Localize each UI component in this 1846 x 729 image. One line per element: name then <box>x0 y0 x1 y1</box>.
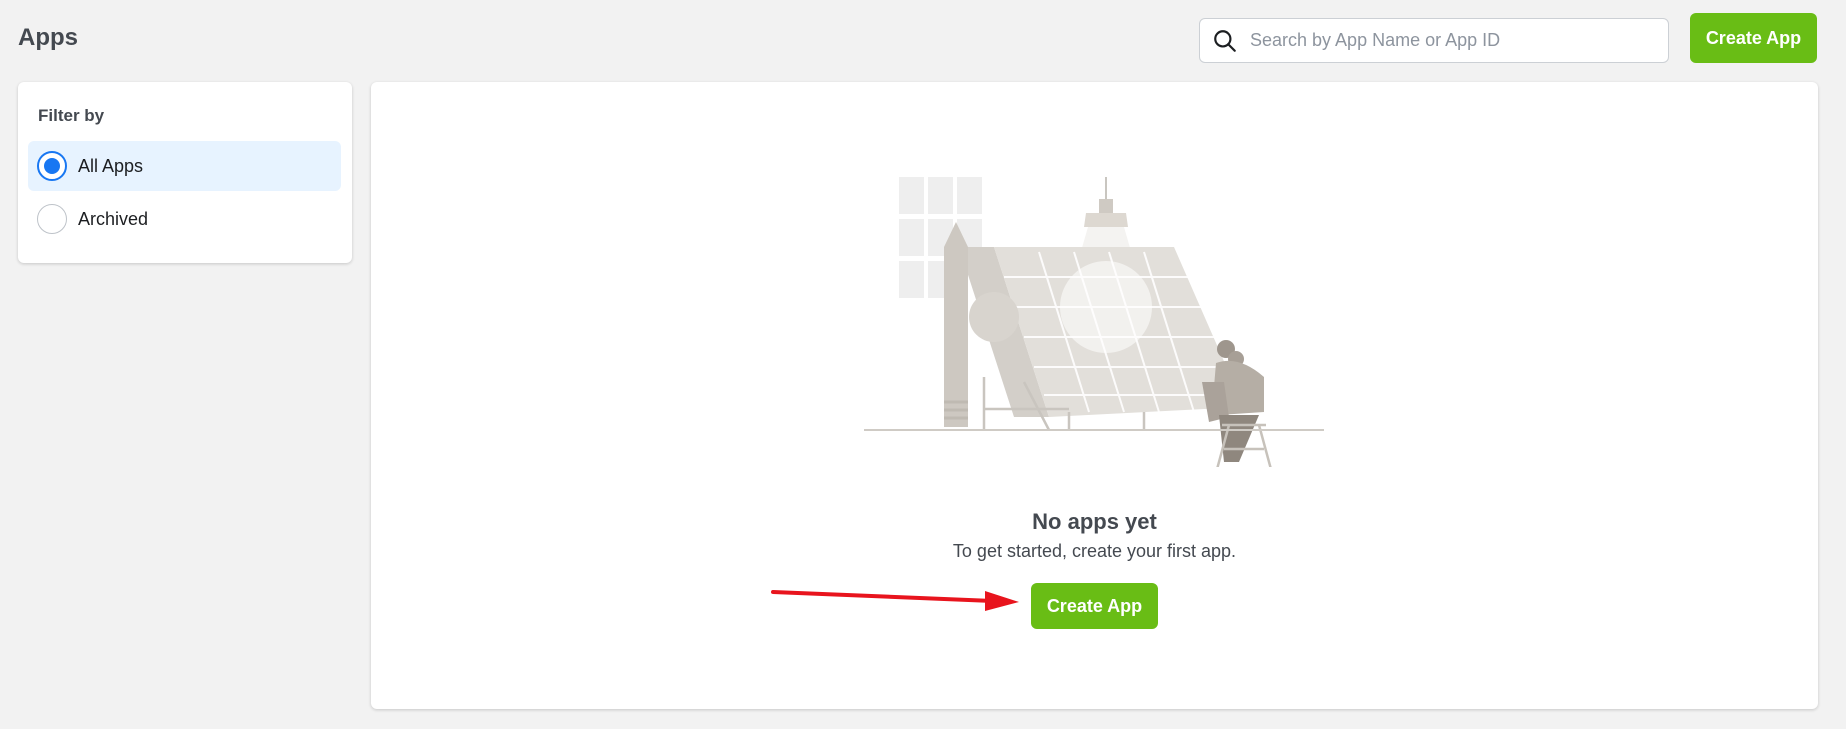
radio-button-checked[interactable] <box>37 151 67 181</box>
person-at-drafting-table-illustration <box>864 177 1324 467</box>
create-app-button-header[interactable]: Create App <box>1690 13 1817 63</box>
empty-state-title: No apps yet <box>1032 509 1157 534</box>
radio-button-unchecked[interactable] <box>37 204 67 234</box>
create-app-button[interactable]: Create App <box>1031 583 1158 629</box>
search-input[interactable] <box>1250 30 1650 51</box>
filter-title: Filter by <box>38 106 105 125</box>
filter-option-all-apps[interactable]: All Apps <box>28 141 341 191</box>
search-bar[interactable] <box>1199 18 1669 63</box>
filter-option-label: All Apps <box>78 155 144 176</box>
empty-state-subtitle: To get started, create your first app. <box>952 541 1237 561</box>
apps-content-panel: No apps yet To get started, create your … <box>371 82 1818 709</box>
filter-option-archived[interactable]: Archived <box>28 194 341 244</box>
search-icon <box>1214 29 1236 52</box>
filter-option-label: Archived <box>78 208 149 229</box>
red-arrow-annotation <box>771 590 1019 611</box>
filter-panel: Filter by All Apps Archived <box>18 82 352 263</box>
page-title: Apps <box>18 24 78 51</box>
